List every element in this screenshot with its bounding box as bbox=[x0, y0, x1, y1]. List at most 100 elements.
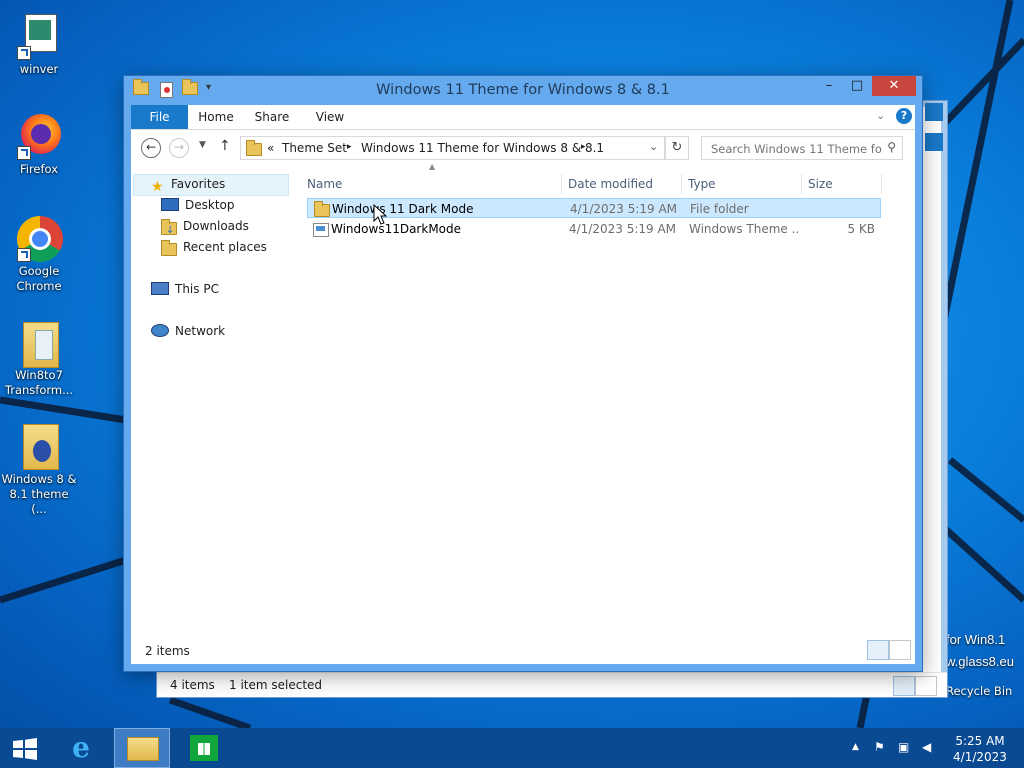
details-view-button[interactable] bbox=[893, 676, 915, 696]
file-name: Windows11DarkMode bbox=[331, 222, 462, 236]
details-view-button[interactable] bbox=[867, 640, 889, 660]
internet-explorer-icon: e bbox=[72, 731, 90, 764]
help-icon bbox=[925, 133, 943, 151]
start-button[interactable] bbox=[0, 728, 50, 768]
star-icon: ★ bbox=[151, 178, 164, 195]
desktop-icon-win8to7[interactable]: Win8to7 Transform... bbox=[0, 318, 78, 398]
file-explorer-icon bbox=[127, 737, 159, 761]
nav-this-pc[interactable]: This PC bbox=[151, 279, 219, 299]
status-bar: 2 items bbox=[131, 636, 915, 664]
store-icon bbox=[190, 735, 218, 761]
folder-icon bbox=[246, 140, 262, 156]
search-input[interactable] bbox=[709, 139, 885, 159]
network-status-icon[interactable]: ▣ bbox=[898, 740, 909, 754]
column-header-date-modified[interactable]: Date modified bbox=[562, 174, 682, 194]
nav-downloads[interactable]: ↓ Downloads bbox=[161, 216, 249, 236]
desktop-icon-label: Google Chrome bbox=[16, 264, 62, 293]
search-box[interactable]: ⚲ bbox=[701, 136, 903, 160]
file-list: ▲ Name Date modified Type Size Windows 1… bbox=[301, 162, 891, 632]
nav-recent-places[interactable]: Recent places bbox=[161, 237, 267, 257]
mouse-cursor-icon bbox=[373, 204, 387, 225]
nav-desktop[interactable]: Desktop bbox=[161, 195, 235, 215]
clock-date: 4/1/2023 bbox=[953, 750, 1007, 764]
breadcrumb-current[interactable]: Windows 11 Theme for Windows 8 & 8.1 bbox=[361, 141, 604, 155]
file-name: Windows 11 Dark Mode bbox=[332, 202, 474, 216]
file-explorer-button[interactable] bbox=[114, 728, 170, 768]
expand-ribbon-icon[interactable]: ⌄ bbox=[876, 109, 885, 122]
nav-favorites[interactable]: ★ Favorites bbox=[151, 174, 225, 195]
theme-file-icon bbox=[313, 223, 329, 237]
tab-view[interactable]: View bbox=[309, 105, 351, 129]
desktop-icon-label: Firefox bbox=[19, 162, 59, 176]
desktop-icon-label: Win8to7 Transform... bbox=[4, 368, 74, 397]
minimize-button[interactable]: – bbox=[816, 76, 842, 96]
breadcrumb-theme-set[interactable]: Theme Set bbox=[282, 141, 347, 155]
help-icon[interactable]: ? bbox=[896, 108, 912, 124]
downloads-icon: ↓ bbox=[161, 218, 177, 236]
close-button[interactable]: ✕ bbox=[872, 76, 916, 96]
network-icon bbox=[151, 324, 169, 337]
help-icon bbox=[925, 103, 943, 121]
up-button[interactable]: ↑ bbox=[219, 138, 231, 154]
back-button[interactable]: ← bbox=[141, 138, 161, 158]
recent-locations-icon[interactable]: ▼ bbox=[199, 140, 206, 150]
ribbon-tabs: File Home Share View ⌄ ? bbox=[131, 105, 915, 130]
folder-icon bbox=[15, 422, 63, 470]
file-type: Windows Theme ... bbox=[689, 222, 799, 236]
file-date: 4/1/2023 5:19 AM bbox=[570, 202, 678, 216]
action-center-icon[interactable]: ⚑ bbox=[874, 740, 885, 754]
show-hidden-icons-icon[interactable]: ▲ bbox=[852, 742, 859, 752]
content-area: ★ Favorites Desktop ↓ Downloads Recent pla… bbox=[131, 162, 915, 664]
desktop-icon-winver[interactable]: winver bbox=[0, 12, 78, 77]
file-size: 5 KB bbox=[847, 222, 875, 236]
maximize-button[interactable]: □ bbox=[844, 76, 870, 96]
volume-muted-icon[interactable]: ◀ bbox=[922, 740, 931, 754]
desktop-icon-label: winver bbox=[19, 62, 59, 76]
desktop-icon-label: Windows 8 & 8.1 theme (... bbox=[1, 472, 77, 516]
large-icons-view-button[interactable] bbox=[915, 676, 937, 696]
breadcrumb-separator-icon[interactable]: ▸ bbox=[347, 142, 352, 152]
winver-icon bbox=[15, 12, 63, 60]
internet-explorer-button[interactable]: e bbox=[58, 728, 104, 768]
table-row[interactable]: Windows 11 Dark Mode 4/1/2023 5:19 AM Fi… bbox=[307, 198, 881, 218]
folder-icon bbox=[314, 201, 330, 217]
nav-network[interactable]: Network bbox=[151, 321, 225, 341]
table-row[interactable]: Windows11DarkMode 4/1/2023 5:19 AM Windo… bbox=[307, 219, 881, 239]
search-icon[interactable]: ⚲ bbox=[887, 140, 896, 154]
clock-time: 5:25 AM bbox=[955, 734, 1005, 748]
store-button[interactable] bbox=[180, 728, 226, 768]
background-status-bar: 4 items 1 item selected bbox=[157, 672, 947, 697]
refresh-button[interactable]: ↻ bbox=[665, 136, 689, 160]
file-type: File folder bbox=[690, 202, 749, 216]
tab-share[interactable]: Share bbox=[251, 105, 293, 129]
desktop-partial-text: for Win8.1 bbox=[946, 632, 1006, 647]
desktop-icon-recycle-bin[interactable]: Recycle Bin bbox=[946, 684, 1012, 698]
window-title: Windows 11 Theme for Windows 8 & 8.1 bbox=[376, 82, 670, 98]
status-item-count: 2 items bbox=[145, 644, 190, 658]
desktop-icon-windows8-theme[interactable]: Windows 8 & 8.1 theme (... bbox=[0, 422, 78, 517]
desktop-partial-text: w.glass8.eu bbox=[946, 654, 1014, 669]
status-item-count: 4 items bbox=[170, 678, 215, 692]
column-header-name[interactable]: Name bbox=[301, 174, 562, 194]
large-icons-view-button[interactable] bbox=[889, 640, 911, 660]
explorer-window[interactable]: ▾ Windows 11 Theme for Windows 8 & 8.1 –… bbox=[123, 75, 923, 672]
title-bar[interactable]: ▾ Windows 11 Theme for Windows 8 & 8.1 –… bbox=[124, 76, 922, 105]
forward-button[interactable]: → bbox=[169, 138, 189, 158]
chrome-icon bbox=[15, 214, 63, 262]
breadcrumb-overflow[interactable]: « bbox=[267, 141, 274, 155]
tab-home[interactable]: Home bbox=[195, 105, 237, 129]
taskbar: e ▲ ⚑ ▣ ◀ 5:25 AM 4/1/2023 bbox=[0, 728, 1024, 768]
desktop-icon-chrome[interactable]: Google Chrome bbox=[0, 214, 78, 294]
sort-ascending-icon: ▲ bbox=[429, 162, 436, 171]
column-header-size[interactable]: Size bbox=[802, 174, 882, 194]
column-header-type[interactable]: Type bbox=[682, 174, 802, 194]
breadcrumb-separator-icon[interactable]: ▸ bbox=[581, 142, 586, 152]
address-dropdown-icon[interactable]: ⌄ bbox=[649, 140, 658, 153]
recent-places-icon bbox=[161, 239, 177, 256]
desktop-icon-firefox[interactable]: Firefox bbox=[0, 112, 78, 177]
address-row: ← → ▼ ↑ « Theme Set ▸ Windows 11 Theme f… bbox=[131, 130, 915, 164]
address-bar[interactable]: « Theme Set ▸ Windows 11 Theme for Windo… bbox=[240, 136, 665, 160]
tab-file[interactable]: File bbox=[131, 105, 188, 129]
navigation-pane: ★ Favorites Desktop ↓ Downloads Recent pla… bbox=[131, 164, 291, 632]
system-clock[interactable]: 5:25 AM 4/1/2023 bbox=[948, 733, 1012, 765]
